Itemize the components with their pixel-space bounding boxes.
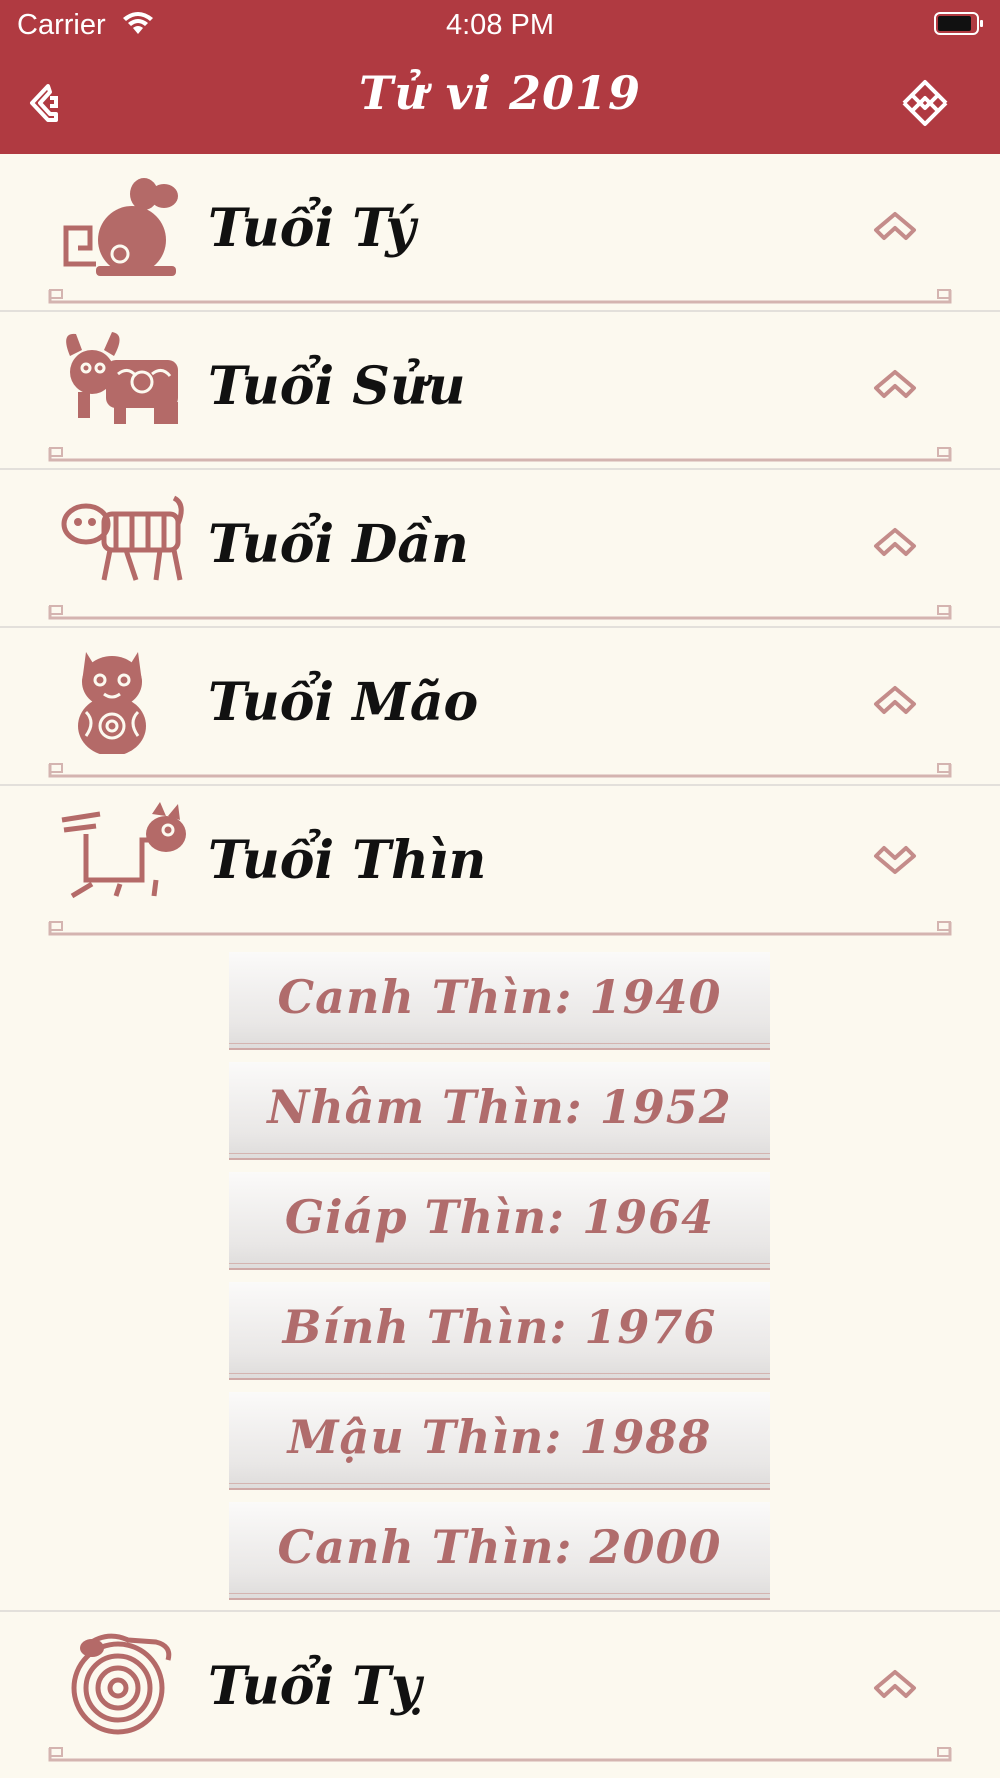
year-item[interactable]: Nhâm Thìn: 1952 [229,1062,770,1160]
ox-icon [66,332,178,424]
tiger-icon [61,495,184,581]
row-ornament-frame [48,921,952,936]
page-title: Tử vi 2019 [359,66,641,120]
zodiac-label: Tuổi Mão [208,672,479,733]
snake-icon [71,1633,172,1735]
zodiac-label: Tuổi Tý [208,198,416,259]
row-ornament-frame [48,447,952,462]
zodiac-row-dan[interactable]: Tuổi Dần [0,470,1000,628]
year-item-ornament [229,1483,770,1484]
status-bar: Carrier 4:08 PM [0,0,1000,52]
year-item-ornament [229,1263,770,1264]
chevron-up-icon [874,686,916,714]
zodiac-label: Tuổi Dần [208,514,469,575]
year-item[interactable]: Mậu Thìn: 1988 [229,1392,770,1490]
year-item[interactable]: Canh Thìn: 2000 [229,1502,770,1600]
zodiac-label: Tuổi Sửu [208,356,466,417]
year-item-ornament [229,1153,770,1154]
year-label: Bính Thìn: 1976 [282,1300,717,1354]
year-label: Canh Thìn: 1940 [277,970,722,1024]
chevron-up-icon [874,1670,916,1698]
year-label: Mậu Thìn: 1988 [287,1410,712,1464]
zodiac-row-thin[interactable]: Tuổi Thìn [0,786,1000,944]
year-item-ornament [229,1593,770,1594]
knot-menu-icon [902,80,948,126]
row-ornament-frame [48,763,952,778]
year-item-ornament [229,1043,770,1044]
zodiac-label: Tuổi Thìn [208,830,487,891]
clock: 4:08 PM [446,9,554,41]
year-label: Nhâm Thìn: 1952 [267,1080,732,1134]
row-ornament-frame [48,289,952,304]
row-ornament-frame [48,605,952,620]
cat-icon [78,652,146,754]
chevron-up-icon [874,370,916,398]
zodiac-row-ty-snake[interactable]: Tuổi Tỵ [0,1612,1000,1770]
year-item[interactable]: Canh Thìn: 1940 [229,952,770,1050]
chevron-up-icon [874,528,916,556]
year-item[interactable]: Bính Thìn: 1976 [229,1282,770,1380]
nav-bar: Tử vi 2019 [0,52,1000,154]
row-ornament-frame [48,1747,952,1762]
year-label: Giáp Thìn: 1964 [284,1190,715,1244]
year-label: Canh Thìn: 2000 [277,1520,722,1574]
chevron-down-icon [874,846,916,874]
zodiac-row-suu[interactable]: Tuổi Sửu [0,312,1000,470]
year-item-ornament [229,1373,770,1374]
dragon-icon [61,802,186,899]
rat-icon [63,178,178,276]
zodiac-row-ty[interactable]: Tuổi Tý [0,154,1000,312]
chevron-up-icon [874,212,916,240]
zodiac-row-mao[interactable]: Tuổi Mão [0,628,1000,786]
menu-button[interactable] [898,76,952,130]
battery-icon [934,12,983,35]
year-item[interactable]: Giáp Thìn: 1964 [229,1172,770,1270]
zodiac-label: Tuổi Tỵ [208,1656,422,1717]
